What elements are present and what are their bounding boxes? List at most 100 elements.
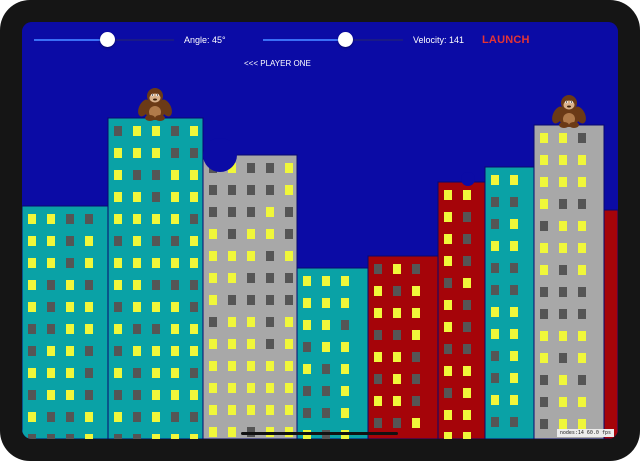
window-lit [463, 388, 471, 398]
building [202, 154, 298, 439]
window-lit [393, 308, 401, 318]
window-dark [491, 219, 499, 229]
window-lit [444, 300, 452, 310]
window-dark [412, 264, 420, 274]
window-lit [559, 155, 567, 165]
window-lit [209, 251, 217, 261]
window-lit [266, 229, 274, 239]
window-lit [114, 148, 122, 158]
window-lit [559, 133, 567, 143]
window-dark [285, 229, 293, 239]
window-dark [578, 309, 586, 319]
window-dark [28, 434, 36, 439]
window-lit [228, 273, 236, 283]
window-lit [247, 405, 255, 415]
window-dark [463, 344, 471, 354]
window-dark [247, 207, 255, 217]
window-lit [133, 192, 141, 202]
window-dark [412, 374, 420, 384]
window-lit [171, 368, 179, 378]
window-dark [190, 412, 198, 422]
window-lit [412, 308, 420, 318]
window-dark [47, 324, 55, 334]
window-lit [341, 364, 349, 374]
window-lit [171, 170, 179, 180]
window-lit [578, 331, 586, 341]
window-dark [303, 408, 311, 418]
angle-slider-thumb[interactable] [100, 32, 115, 47]
window-dark [463, 300, 471, 310]
window-lit [190, 324, 198, 334]
window-lit [133, 148, 141, 158]
launch-button[interactable]: LAUNCH [482, 34, 530, 46]
window-lit [28, 368, 36, 378]
window-lit [578, 265, 586, 275]
window-lit [578, 353, 586, 363]
window-lit [374, 396, 382, 406]
gorilla-face [149, 93, 161, 103]
window-lit [540, 243, 548, 253]
window-lit [228, 251, 236, 261]
angle-slider-track [108, 39, 174, 41]
window-dark [133, 412, 141, 422]
window-dark [247, 163, 255, 173]
window-lit [510, 241, 518, 251]
window-dark [266, 273, 274, 283]
window-lit [578, 155, 586, 165]
window-lit [341, 276, 349, 286]
window-lit [540, 331, 548, 341]
window-dark [85, 280, 93, 290]
window-dark [540, 287, 548, 297]
velocity-slider[interactable] [263, 30, 403, 50]
window-lit [171, 192, 179, 202]
window-dark [228, 295, 236, 305]
window-lit [285, 383, 293, 393]
window-dark [66, 434, 74, 439]
angle-slider-fill [34, 39, 108, 41]
window-lit [114, 258, 122, 268]
window-lit [285, 361, 293, 371]
building-body [367, 255, 439, 439]
debug-stats: nodes:14 60.0 fps [556, 429, 614, 437]
window-dark [47, 302, 55, 312]
window-lit [152, 434, 160, 439]
window-lit [578, 177, 586, 187]
window-dark [28, 346, 36, 356]
window-lit [133, 236, 141, 246]
building [533, 124, 605, 439]
window-lit [133, 214, 141, 224]
window-lit [28, 258, 36, 268]
window-dark [171, 280, 179, 290]
window-dark [491, 373, 499, 383]
window-lit [374, 286, 382, 296]
window-lit [114, 192, 122, 202]
window-dark [540, 419, 548, 429]
game-screen[interactable]: Angle: 45° Velocity: 141 LAUNCH <<< PLAY… [22, 22, 618, 439]
home-indicator[interactable] [241, 432, 398, 435]
window-lit [540, 353, 548, 363]
window-lit [559, 221, 567, 231]
window-lit [444, 234, 452, 244]
window-lit [266, 383, 274, 393]
window-dark [540, 397, 548, 407]
window-dark [285, 295, 293, 305]
window-dark [266, 163, 274, 173]
window-dark [578, 199, 586, 209]
gorilla-foot [559, 122, 569, 128]
window-lit [491, 307, 499, 317]
angle-slider[interactable] [34, 30, 174, 50]
building [296, 267, 369, 439]
velocity-slider-track [345, 39, 403, 41]
window-lit [322, 320, 330, 330]
velocity-slider-thumb[interactable] [338, 32, 353, 47]
window-lit [559, 397, 567, 407]
window-lit [66, 280, 74, 290]
window-lit [66, 324, 74, 334]
building [107, 117, 204, 439]
window-dark [322, 386, 330, 396]
window-dark [412, 352, 420, 362]
window-dark [540, 309, 548, 319]
window-lit [228, 405, 236, 415]
window-lit [540, 155, 548, 165]
window-dark [393, 286, 401, 296]
